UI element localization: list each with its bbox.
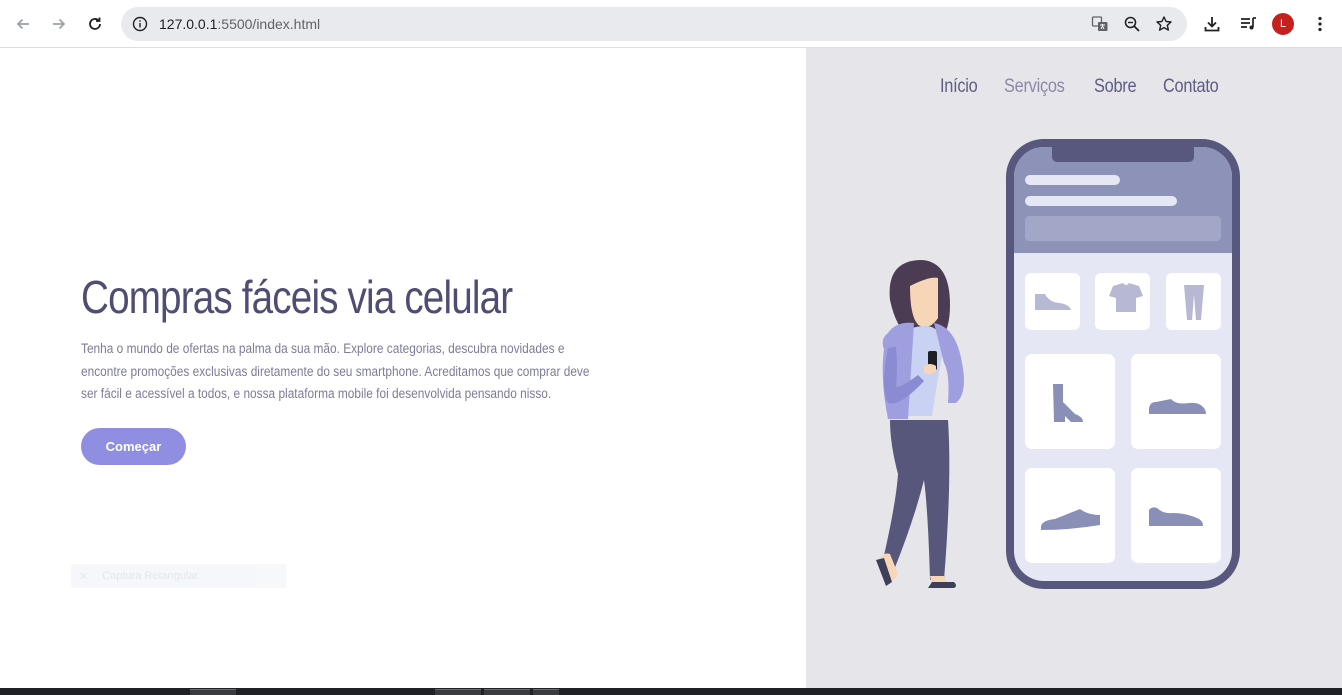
web-page: Compras fáceis via celular Tenha o mundo… — [0, 48, 1342, 688]
media-icon[interactable] — [1235, 11, 1261, 37]
forward-arrow-icon[interactable] — [46, 11, 72, 37]
download-icon[interactable] — [1199, 11, 1225, 37]
taskbar-item[interactable] — [484, 689, 530, 695]
reload-icon[interactable] — [82, 11, 108, 37]
os-taskbar — [0, 688, 1342, 695]
taskbar-item[interactable] — [533, 689, 559, 695]
start-button[interactable]: Começar — [81, 428, 186, 465]
info-icon[interactable] — [129, 13, 151, 35]
zoom-icon[interactable] — [1121, 13, 1143, 35]
illustration-panel: Início Serviços Sobre Contato — [806, 48, 1342, 688]
browser-toolbar: 127.0.0.1:5500/index.html L — [0, 0, 1342, 48]
url-host: 127.0.0.1 — [159, 16, 218, 32]
profile-avatar[interactable]: L — [1272, 13, 1294, 35]
menu-icon[interactable] — [1307, 11, 1333, 37]
address-bar[interactable]: 127.0.0.1:5500/index.html — [121, 7, 1187, 41]
taskbar-item[interactable] — [435, 689, 481, 695]
page-title: Compras fáceis via celular — [81, 271, 513, 323]
woman-illustration — [876, 260, 964, 588]
url-text[interactable]: 127.0.0.1:5500/index.html — [159, 16, 320, 32]
back-arrow-icon[interactable] — [10, 11, 36, 37]
phone-illustration — [1006, 139, 1240, 589]
translate-icon[interactable] — [1089, 13, 1111, 35]
url-path: :5500/index.html — [217, 16, 321, 32]
capture-icon: ✕ — [79, 570, 89, 583]
capture-label: Captura Retangular — [102, 570, 199, 582]
star-icon[interactable] — [1153, 13, 1175, 35]
shopping-illustration — [876, 139, 1240, 589]
hero-description: Tenha o mundo de ofertas na palma da sua… — [81, 341, 590, 401]
taskbar-item[interactable] — [190, 689, 236, 695]
faded-capture-overlay: ✕ Captura Retangular — [71, 564, 287, 588]
hero-section: Compras fáceis via celular Tenha o mundo… — [0, 48, 806, 688]
